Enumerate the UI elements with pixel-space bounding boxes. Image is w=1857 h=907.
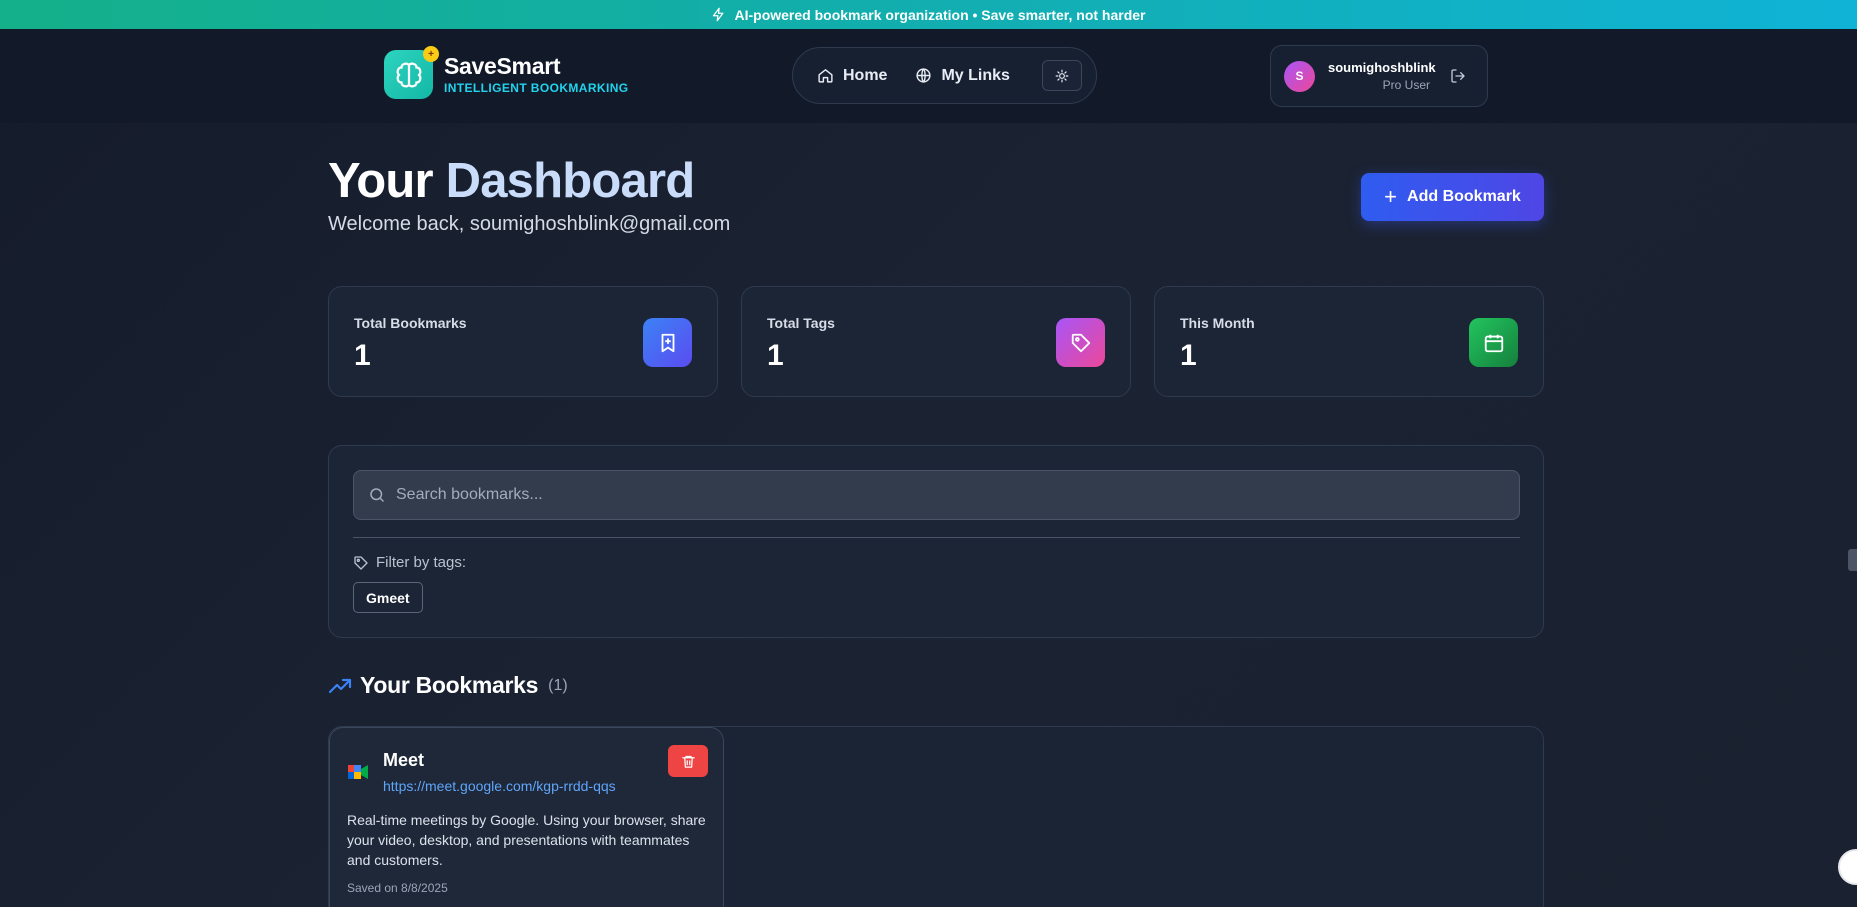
filter-label: Filter by tags: <box>353 554 466 571</box>
bookmark-plus-icon <box>661 333 674 352</box>
user-role: Pro User <box>1382 78 1430 92</box>
user-name: soumighoshblink <box>1328 60 1436 75</box>
bolt-icon <box>713 7 724 22</box>
add-bookmark-label: Add Bookmark <box>1407 188 1521 205</box>
main-nav: Home My Links <box>792 47 1097 104</box>
stat-value: 1 <box>1180 339 1197 372</box>
banner-text: AI-powered bookmark organization • Save … <box>734 6 1146 23</box>
globe-icon <box>916 68 932 83</box>
stat-icon-bg <box>643 318 692 367</box>
stat-value: 1 <box>354 339 371 372</box>
trending-up-icon <box>328 678 352 693</box>
section-title-text: Your Bookmarks <box>360 672 539 698</box>
search-box[interactable] <box>353 470 1520 520</box>
nav-my-links-label: My Links <box>941 66 1010 84</box>
search-input[interactable] <box>396 486 1496 504</box>
promo-banner: AI-powered bookmark organization • Save … <box>0 0 1857 29</box>
bookmark-count: (1) <box>548 676 568 694</box>
plus-icon: + <box>1384 184 1398 209</box>
stat-card-total-bookmarks: Total Bookmarks 1 <box>328 286 718 397</box>
page-title-part2: Dashboard <box>445 154 696 208</box>
search-icon <box>370 488 384 502</box>
stat-value: 1 <box>767 339 784 372</box>
floating-widget-button[interactable] <box>1838 849 1857 885</box>
home-icon <box>818 69 833 83</box>
bookmark-list: Meet https://meet.google.com/kgp-rrdd-qq… <box>328 726 1544 907</box>
stat-label: Total Tags <box>767 315 835 331</box>
bookmarks-section-title: Your Bookmarks (1) <box>328 672 568 699</box>
sun-icon <box>1055 69 1069 82</box>
google-meet-icon <box>348 765 368 779</box>
trash-icon <box>681 755 695 768</box>
add-bookmark-button[interactable]: + Add Bookmark <box>1361 173 1544 221</box>
logout-icon[interactable] <box>1450 68 1466 84</box>
brand-tagline: INTELLIGENT BOOKMARKING <box>444 81 629 95</box>
tag-icon <box>1071 333 1090 352</box>
side-panel-handle[interactable] <box>1848 549 1857 571</box>
filter-label-text: Filter by tags: <box>376 554 467 571</box>
stat-card-total-tags: Total Tags 1 <box>741 286 1131 397</box>
page-title-part1: Your <box>328 154 434 208</box>
search-filter-panel: Filter by tags: Gmeet <box>328 445 1544 638</box>
avatar: S <box>1284 60 1315 92</box>
nav-home[interactable]: Home <box>817 67 887 85</box>
divider <box>353 537 1520 538</box>
brain-icon <box>396 62 421 87</box>
brand[interactable]: + SaveSmart INTELLIGENT BOOKMARKING <box>384 46 629 99</box>
delete-bookmark-button[interactable] <box>668 745 708 777</box>
bookmark-description: Real-time meetings by Google. Using your… <box>347 812 706 868</box>
bookmark-card[interactable]: Meet https://meet.google.com/kgp-rrdd-qq… <box>329 727 724 907</box>
calendar-icon <box>1484 334 1503 352</box>
bookmark-saved-date: Saved on 8/8/2025 <box>347 881 448 895</box>
stat-label: Total Bookmarks <box>354 315 467 331</box>
brand-name: SaveSmart <box>444 53 561 79</box>
top-navbar: + SaveSmart INTELLIGENT BOOKMARKING Home… <box>0 29 1857 123</box>
stat-label: This Month <box>1180 315 1255 331</box>
page-title: Your Dashboard <box>328 151 696 211</box>
nav-home-label: Home <box>843 66 888 84</box>
brand-logo: + <box>384 46 439 99</box>
user-menu[interactable]: S soumighoshblink Pro User <box>1270 45 1488 107</box>
stat-icon-bg <box>1469 318 1518 367</box>
bookmark-url[interactable]: https://meet.google.com/kgp-rrdd-qqs <box>383 778 616 794</box>
theme-toggle-button[interactable] <box>1041 60 1082 91</box>
bookmark-title: Meet <box>383 750 425 770</box>
spark-badge: + <box>423 46 439 62</box>
tag-icon <box>354 555 368 570</box>
nav-my-links[interactable]: My Links <box>915 66 1010 85</box>
welcome-text: Welcome back, soumighoshblink@gmail.com <box>328 213 731 235</box>
stat-card-this-month: This Month 1 <box>1154 286 1544 397</box>
tag-filter-gmeet[interactable]: Gmeet <box>353 582 423 613</box>
stat-icon-bg <box>1056 318 1105 367</box>
